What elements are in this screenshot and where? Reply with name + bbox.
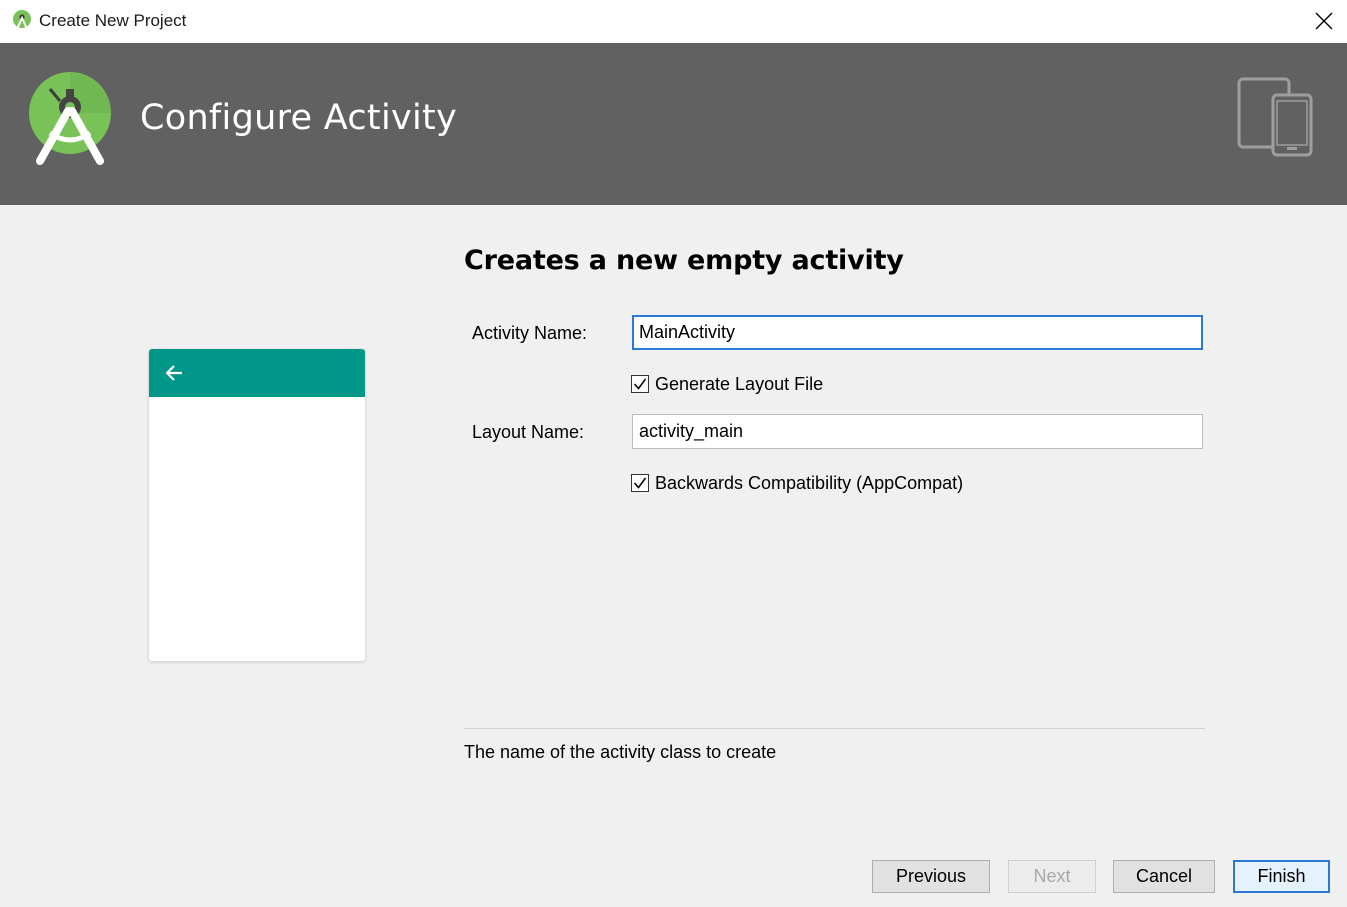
generate-layout-label: Generate Layout File [655,373,824,394]
back-arrow-icon [165,365,182,381]
previous-button[interactable]: Previous [872,860,990,893]
divider [464,728,1205,729]
wizard-header: Configure Activity [0,43,1347,205]
cancel-button[interactable]: Cancel [1113,860,1215,893]
preview-toolbar [149,349,365,397]
backwards-compat-checkbox[interactable]: Backwards Compatibility (AppCompat) [631,472,963,494]
activity-name-label: Activity Name: [472,323,588,343]
layout-name-label: Layout Name: [472,422,585,442]
android-studio-icon [13,10,31,30]
backwards-compat-label: Backwards Compatibility (AppCompat) [655,472,964,493]
checkmark-icon [633,477,647,489]
finish-button[interactable]: Finish [1233,860,1330,893]
close-button[interactable] [1301,0,1347,43]
generate-layout-checkbox[interactable]: Generate Layout File [631,373,823,395]
android-studio-logo [29,72,111,165]
activity-preview [149,349,365,661]
window-title: Create New Project [39,11,187,30]
layout-name-input[interactable] [632,414,1203,449]
devices-icon [1237,77,1313,157]
form-heading: Creates a new empty activity [464,245,904,276]
close-icon [1315,12,1333,30]
help-text: The name of the activity class to create [464,742,777,762]
window-titlebar: Create New Project [0,0,1347,43]
backwards-compat-checkbox-box[interactable] [631,474,649,492]
activity-name-input[interactable] [632,315,1203,350]
next-button[interactable]: Next [1008,860,1096,893]
checkmark-icon [633,378,647,390]
page-title: Configure Activity [140,98,458,138]
generate-layout-checkbox-box[interactable] [631,375,649,393]
